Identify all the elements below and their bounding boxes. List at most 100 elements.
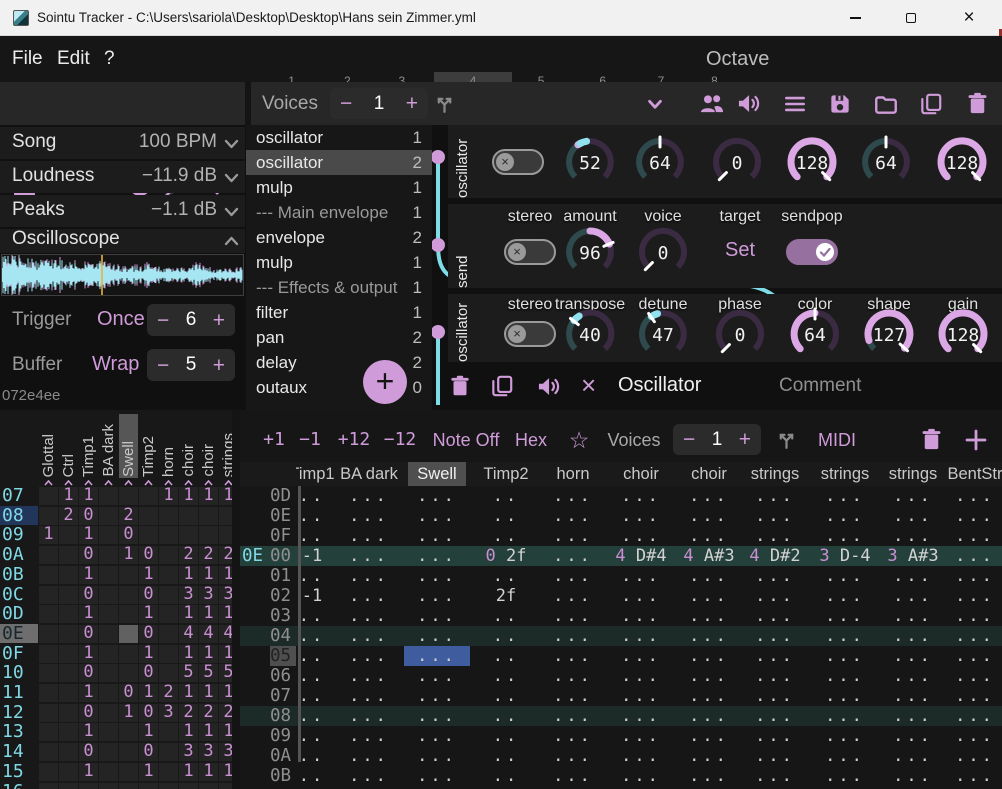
pattern-cell[interactable]: ... [742,686,808,706]
knob-detune-47[interactable]: 47 [635,306,691,362]
pattern-cell[interactable]: ... [608,706,674,726]
pattern-cell[interactable]: ... [942,546,1002,566]
pattern-cell[interactable]: ... [404,766,470,786]
pattern-cell[interactable]: .. [473,566,539,586]
pattern-cell[interactable]: ... [812,506,878,526]
pattern-cell[interactable]: ... [608,506,674,526]
pattern-cell[interactable]: ... [742,566,808,586]
stereo-toggle[interactable]: × [504,321,556,347]
pattern-cell[interactable]: ... [880,706,946,726]
order-cell[interactable] [39,763,58,781]
pattern-cell[interactable]: ... [942,746,1002,766]
pattern-cell[interactable]: ... [880,686,946,706]
pattern-cell[interactable]: .. [473,746,539,766]
order-cell[interactable] [159,526,178,544]
loudness-row[interactable]: Loudness −11.9 dB [0,161,245,193]
pattern-cell[interactable]: ... [676,526,742,546]
pattern-cell[interactable]: ... [742,526,808,546]
delete-icon[interactable] [964,90,991,117]
transpose-plus1-button[interactable]: +1 [263,418,285,462]
order-row-number[interactable]: 10 [0,663,38,682]
pattern-voices-increment[interactable]: + [739,429,751,450]
pattern-cell[interactable]: ... [540,566,606,586]
knob-amount-96[interactable]: 96 [562,224,618,280]
order-cell[interactable] [199,526,218,544]
order-column-strings[interactable]: strings [220,433,232,477]
order-cell[interactable] [119,605,138,623]
order-cell[interactable] [139,783,158,789]
order-cell[interactable] [159,783,178,789]
pattern-cell[interactable]: ... [404,486,470,506]
pattern-cell[interactable]: ... [540,706,606,726]
order-cell[interactable] [39,507,58,525]
pattern-column-bentstr[interactable]: BentStr [930,462,1002,486]
pattern-cell[interactable]: .. [473,766,539,786]
pattern-cell[interactable]: ... [676,686,742,706]
order-cell[interactable] [119,783,138,789]
order-cell[interactable] [119,586,138,604]
pattern-cell[interactable]: ... [812,646,878,666]
order-cell[interactable] [99,605,118,623]
pattern-cell[interactable]: ... [880,586,946,606]
trigger-mode[interactable]: Once [97,308,145,331]
voices-users-icon[interactable] [698,90,726,118]
pattern-cell[interactable]: ... [336,566,402,586]
pattern-cell[interactable]: ... [742,706,808,726]
pattern-cell[interactable]: ... [336,506,402,526]
order-cell[interactable] [39,487,58,505]
split-track-icon[interactable] [432,91,457,116]
order-row-number[interactable]: 0C [0,585,38,604]
order-cell[interactable] [59,605,78,623]
pattern-cell[interactable]: ... [336,726,402,746]
order-cell[interactable] [59,566,78,584]
order-cell[interactable] [59,625,78,643]
knob-param-64[interactable]: 64 [632,134,688,190]
order-column-swell[interactable]: Swell [120,441,137,477]
pattern-cell[interactable]: ... [942,626,1002,646]
pattern-cell[interactable]: 3 A#3 [880,546,946,566]
order-column-choir[interactable]: choir [180,444,197,477]
pattern-cell[interactable]: ... [942,766,1002,786]
pattern-cell[interactable]: ... [942,606,1002,626]
hex-toggle[interactable]: Hex [515,418,547,462]
pattern-cell[interactable]: ... [540,766,606,786]
order-cell[interactable] [99,684,118,702]
buffer-increment[interactable]: + [213,355,225,376]
order-cell[interactable] [119,645,138,663]
pattern-cell[interactable]: ... [812,766,878,786]
pattern-cell[interactable]: ... [540,546,606,566]
save-icon[interactable] [827,91,853,117]
pattern-cell[interactable]: .. [473,706,539,726]
knob-gain-128[interactable]: 128 [935,306,991,362]
pattern-cell[interactable]: .. [473,506,539,526]
pattern-cell[interactable]: .. [473,686,539,706]
pattern-cell[interactable]: ... [540,746,606,766]
order-cell[interactable] [179,507,198,525]
pattern-cell[interactable]: ... [540,506,606,526]
pattern-cell[interactable]: ... [540,646,606,666]
disable-unit-icon[interactable]: × [581,370,596,400]
menu-icon[interactable] [782,91,808,117]
pattern-cell[interactable]: ... [742,506,808,526]
pattern-cell[interactable]: ... [942,506,1002,526]
order-cell[interactable] [39,704,58,722]
chevron-up-icon[interactable] [224,236,239,246]
add-unit-button[interactable]: + [363,360,407,404]
order-cell[interactable] [159,723,178,741]
unit-item-oscillator[interactable]: oscillator2 [246,150,432,175]
order-cell[interactable] [79,783,98,789]
knob-transpose-40[interactable]: 40 [562,306,618,362]
order-cell[interactable] [119,723,138,741]
order-cell[interactable] [39,645,58,663]
order-cell[interactable] [59,526,78,544]
pattern-cell[interactable]: ... [336,766,402,786]
pattern-cell[interactable]: ... [880,726,946,746]
minimize-button[interactable] [832,0,878,36]
pattern-cell[interactable]: ... [404,686,470,706]
order-cell[interactable] [219,507,232,525]
pattern-cell[interactable]: ... [404,566,470,586]
order-column-horn[interactable]: horn [160,447,177,477]
unit-item-pan[interactable]: pan2 [246,325,432,350]
order-cell[interactable] [99,743,118,761]
order-cell[interactable] [59,783,78,789]
